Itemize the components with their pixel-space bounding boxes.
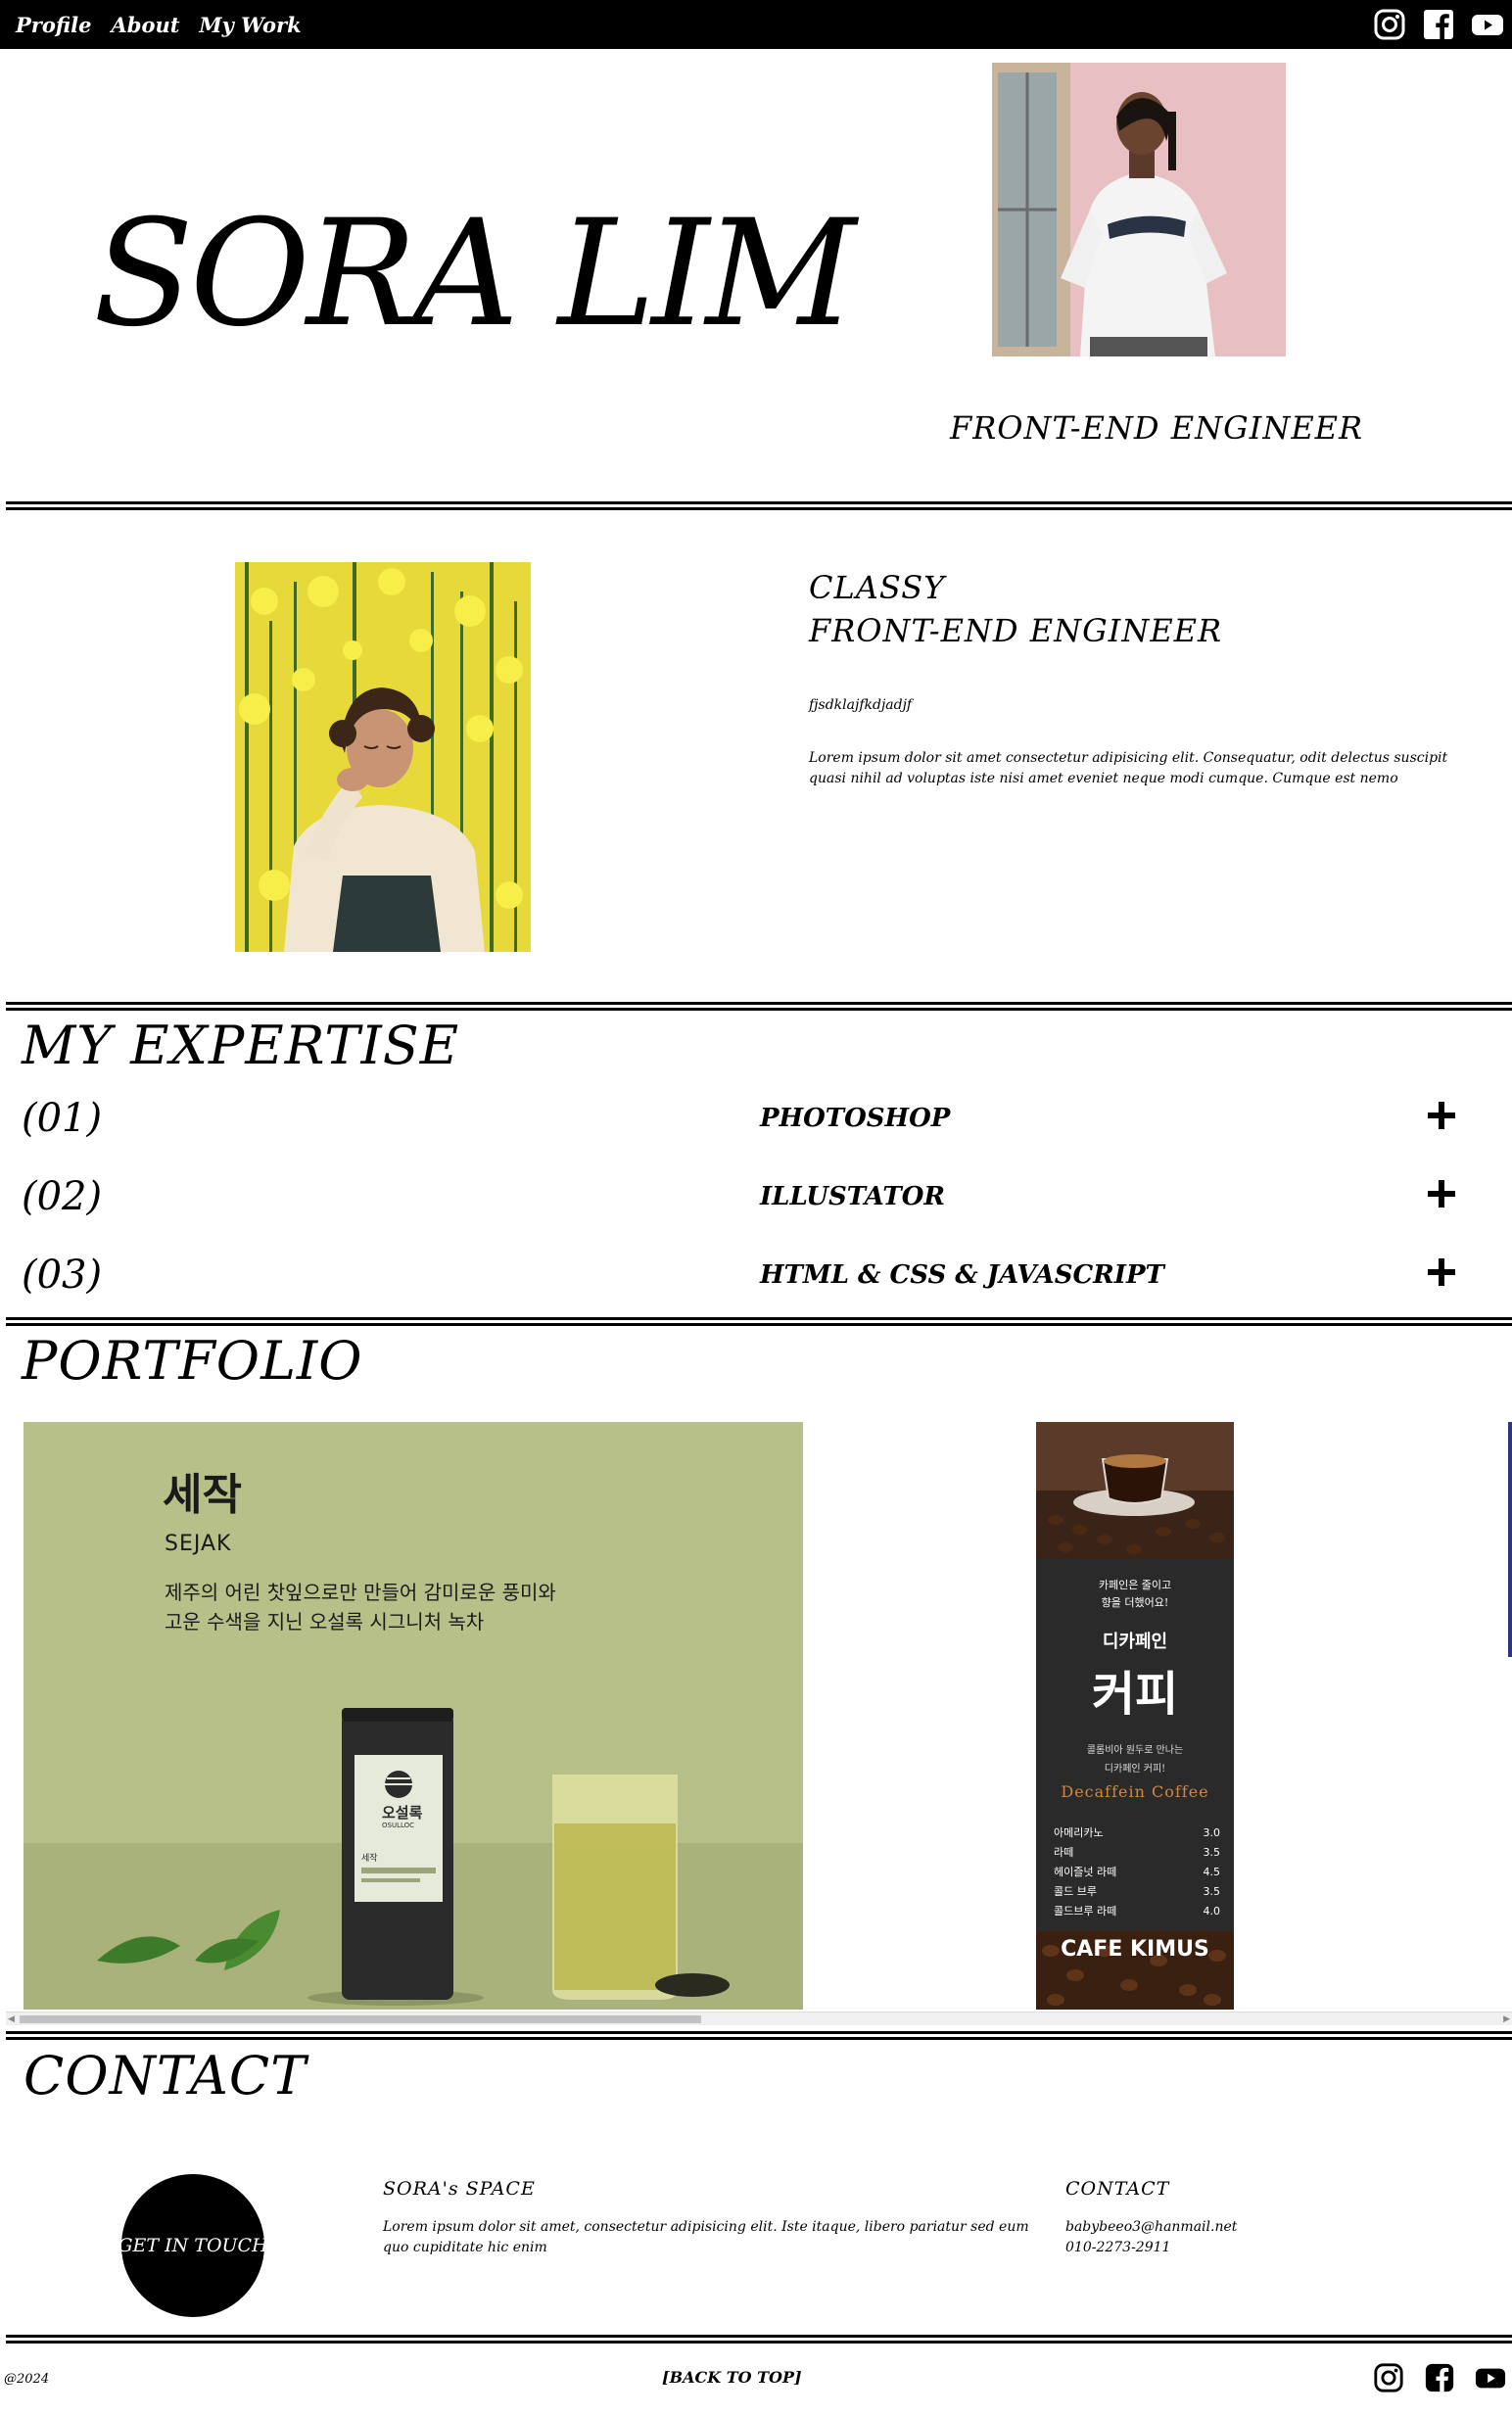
coffee-tagline-line2: 향을 더했어요! (1101, 1596, 1169, 1609)
scroll-left-arrow-icon[interactable]: ◀ (8, 2014, 15, 2024)
about-title: CLASSY FRONT-END ENGINEER (809, 566, 1222, 652)
expertise-number: (03) (22, 1253, 103, 1298)
coffee-tagline: 카페인은 줄이고 향을 더했어요! (1036, 1577, 1234, 1612)
scrollbar-thumb[interactable] (20, 2015, 701, 2023)
facebook-icon[interactable] (1424, 2362, 1455, 2393)
expertise-name: PHOTOSHOP (760, 1104, 951, 1133)
menu-row: 콜드 브루 3.5 (1054, 1882, 1220, 1902)
menu-item: 콜드브루 라떼 (1054, 1905, 1117, 1918)
expertise-title: MY EXPERTISE (22, 1015, 460, 1076)
menu-row: 아메리카노 3.0 (1054, 1823, 1220, 1843)
coffee-desc: 콜롬비아 원두로 만나는 디카페인 커피! (1036, 1741, 1234, 1778)
youtube-icon[interactable] (1475, 2362, 1506, 2393)
menu-price: 4.5 (1203, 1866, 1221, 1878)
top-nav: Profile About My Work (0, 0, 1512, 49)
about-subtitle: fjsdklajfkdjadjf (809, 697, 913, 713)
coffee-heading-small: 디카페인 (1102, 1632, 1168, 1652)
contact-title: CONTACT (24, 2045, 307, 2107)
tea-can-brand: 오설록 (382, 1804, 423, 1822)
expertise-number: (01) (22, 1096, 103, 1141)
about-text: Lorem ipsum dolor sit amet consectetur a… (809, 750, 1448, 786)
menu-row: 라떼 3.5 (1054, 1843, 1220, 1863)
tea-can-sub: OSULLOC (382, 1822, 415, 1829)
nav-link-about[interactable]: About (111, 13, 179, 37)
menu-price: 3.0 (1203, 1826, 1221, 1839)
footer-social-icons (1373, 2362, 1506, 2393)
divider (6, 1317, 1512, 1326)
nav-social-icons (1373, 8, 1504, 41)
divider (6, 1002, 1512, 1011)
menu-price: 3.5 (1203, 1846, 1221, 1859)
expand-plus-icon[interactable] (1428, 1102, 1455, 1129)
portfolio-scroller[interactable]: 세작 SEJAK 제주의 어린 찻잎으로만 만들어 감미로운 풍미와 고운 수색… (6, 1422, 1512, 2012)
coffee-desc-line2: 디카페인 커피! (1104, 1764, 1166, 1775)
menu-row: 콜드브루 라떼 4.0 (1054, 1902, 1220, 1921)
contact-email[interactable]: babybeeo3@hanmail.net (1065, 2217, 1237, 2238)
scroll-right-arrow-icon[interactable]: ▶ (1503, 2014, 1510, 2024)
contact-column-title: CONTACT (1065, 2178, 1170, 2200)
menu-item: 콜드 브루 (1054, 1885, 1097, 1898)
portfolio-card-tea[interactable]: 세작 SEJAK 제주의 어린 찻잎으로만 만들어 감미로운 풍미와 고운 수색… (24, 1422, 803, 2010)
expand-plus-icon[interactable] (1428, 1258, 1455, 1286)
portfolio-card-partial[interactable] (1508, 1422, 1512, 1657)
expertise-item: (02) ILLUSTATOR (0, 1170, 1512, 1229)
coffee-cafe-name: CAFE KIMUS (1061, 1937, 1209, 1962)
horizontal-scrollbar[interactable]: ◀ ▶ (6, 2012, 1512, 2025)
menu-price: 4.0 (1203, 1905, 1221, 1918)
contact-phone: 010-2273-2911 (1065, 2240, 1171, 2255)
coffee-cup-image (1036, 1422, 1234, 1559)
hero-portrait-photo (992, 63, 1286, 356)
get-in-touch-button[interactable]: GET IN TOUCH (118, 2174, 268, 2317)
nav-link-my-work[interactable]: My Work (199, 13, 301, 37)
tea-brand: SEJAK (165, 1532, 232, 1556)
menu-item: 아메리카노 (1054, 1826, 1104, 1839)
back-to-top-link[interactable]: [BACK TO TOP] (662, 2368, 802, 2387)
divider (6, 2031, 1512, 2040)
instagram-icon[interactable] (1373, 2362, 1404, 2393)
tea-can-label: 세작 (361, 1854, 378, 1864)
space-text: Lorem ipsum dolor sit amet, consectetur … (383, 2219, 1029, 2255)
expand-plus-icon[interactable] (1428, 1180, 1455, 1208)
instagram-icon[interactable] (1373, 8, 1406, 41)
tea-logo: 세작 (163, 1470, 242, 1520)
about-portrait-photo (235, 562, 531, 952)
youtube-icon[interactable] (1471, 8, 1504, 41)
menu-item: 헤이즐넛 라떼 (1054, 1866, 1117, 1878)
expertise-name: HTML & CSS & JAVASCRIPT (760, 1260, 1164, 1290)
facebook-icon[interactable] (1422, 8, 1455, 41)
nav-link-profile[interactable]: Profile (16, 13, 91, 37)
expertise-item: (03) HTML & CSS & JAVASCRIPT (0, 1249, 1512, 1307)
about-title-line1: CLASSY (809, 569, 946, 606)
coffee-menu: 아메리카노 3.0 라떼 3.5 헤이즐넛 라떼 4.5 콜드 브루 3.5 콜드브루 … (1054, 1823, 1220, 1921)
tea-desc-line2: 고운 수색을 지닌 오설록 시그니처 녹차 (165, 1610, 485, 1634)
footer-copyright: @2024 (4, 2372, 50, 2387)
menu-row: 헤이즐넛 라떼 4.5 (1054, 1863, 1220, 1882)
portfolio-card-coffee[interactable]: 카페인은 줄이고 향을 더했어요! 디카페인 커피 콜롬비아 원두로 만나는 디… (1036, 1422, 1234, 2010)
expertise-number: (02) (22, 1174, 103, 1219)
divider (6, 2335, 1512, 2344)
coffee-desc-line1: 콜롬비아 원두로 만나는 (1086, 1745, 1184, 1756)
coffee-english: Decaffein Coffee (1061, 1782, 1209, 1801)
coffee-tagline-line1: 카페인은 줄이고 (1098, 1579, 1172, 1591)
expertise-item: (01) PHOTOSHOP (0, 1092, 1512, 1151)
hero-role: FRONT-END ENGINEER (950, 409, 1364, 447)
portfolio-title: PORTFOLIO (22, 1330, 363, 1392)
tea-product-image (24, 1708, 803, 2010)
menu-item: 라떼 (1054, 1846, 1074, 1859)
about-title-line2: FRONT-END ENGINEER (809, 612, 1223, 649)
expertise-name: ILLUSTATOR (760, 1182, 946, 1211)
tea-desc-line1: 제주의 어린 찻잎으로만 만들어 감미로운 풍미와 (165, 1581, 556, 1604)
hero-name: SORA LIM (93, 189, 856, 359)
nav-links: Profile About My Work (16, 13, 302, 37)
space-title: SORA's SPACE (383, 2178, 536, 2200)
menu-price: 3.5 (1203, 1885, 1221, 1898)
coffee-heading-big: 커피 (1091, 1667, 1179, 1722)
divider (6, 501, 1512, 510)
